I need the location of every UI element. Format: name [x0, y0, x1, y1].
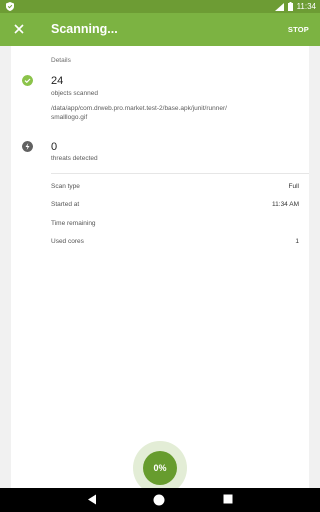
details-label: Details: [51, 57, 71, 64]
check-circle-icon: [22, 75, 33, 86]
app-bar: Scanning... STOP: [0, 13, 320, 46]
threat-icon: [22, 141, 33, 152]
info-value: 1: [295, 238, 299, 245]
info-row-used-cores: Used cores 1: [51, 238, 299, 248]
status-time: 11:34: [296, 2, 316, 11]
back-icon[interactable]: [87, 494, 97, 505]
navigation-bar: [0, 488, 320, 512]
objects-scanned-count: 24: [51, 75, 64, 87]
info-row-time-remaining: Time remaining: [51, 220, 299, 230]
info-key: Scan type: [51, 183, 80, 190]
info-row-started-at: Started at 11:34 AM: [51, 201, 299, 211]
recents-icon[interactable]: [223, 494, 233, 504]
scan-progress-button[interactable]: 0%: [143, 451, 177, 485]
battery-icon: [287, 2, 293, 11]
info-value: Full: [288, 183, 299, 190]
info-value: 11:34 AM: [272, 201, 299, 208]
status-bar: 11:34: [0, 0, 320, 13]
info-key: Used cores: [51, 238, 84, 245]
scanned-path-line2: smalllogo.gif: [51, 114, 88, 121]
info-key: Started at: [51, 201, 80, 208]
scan-progress-value: 0%: [153, 463, 167, 473]
scan-details-card: Details 24 objects scanned /data/app/com…: [11, 46, 309, 488]
page-title: Scanning...: [51, 22, 118, 36]
divider: [51, 173, 309, 174]
info-key: Time remaining: [51, 220, 96, 227]
threats-label: threats detected: [51, 155, 98, 162]
home-icon[interactable]: [153, 494, 165, 506]
scanned-path-line1: /data/app/com.drweb.pro.market.test-2/ba…: [51, 105, 227, 112]
signal-icon: [274, 2, 284, 11]
objects-scanned-label: objects scanned: [51, 90, 98, 97]
info-row-scan-type: Scan type Full: [51, 183, 299, 193]
shield-notification-icon: [6, 2, 14, 11]
close-icon[interactable]: [11, 21, 27, 37]
threats-count: 0: [51, 141, 58, 153]
stop-button[interactable]: STOP: [288, 25, 309, 34]
